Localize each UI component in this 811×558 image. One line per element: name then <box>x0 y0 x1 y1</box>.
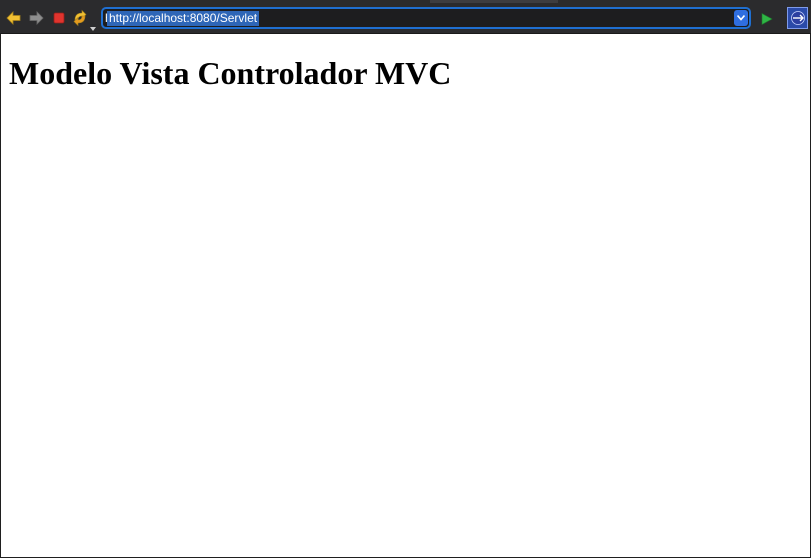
address-bar[interactable]: http://localhost:8080/Servlet <box>101 7 751 29</box>
back-arrow-icon[interactable] <box>5 9 23 27</box>
refresh-menu-caret-icon[interactable] <box>90 16 96 31</box>
refresh-icon[interactable] <box>71 9 89 27</box>
url-selected-text: http://localhost:8080/Servlet <box>107 11 260 26</box>
eclipse-external-browser-icon[interactable] <box>787 7 808 29</box>
play-go-icon[interactable] <box>760 11 774 26</box>
stop-icon[interactable] <box>50 9 68 27</box>
chevron-down-icon[interactable] <box>734 10 748 26</box>
page-title: Modelo Vista Controlador MVC <box>9 55 452 91</box>
browser-toolbar: http://localhost:8080/Servlet <box>0 0 811 34</box>
forward-arrow-icon[interactable] <box>27 9 45 27</box>
page-content: Modelo Vista Controlador MVC <box>0 34 811 558</box>
tab-strip <box>430 0 558 3</box>
